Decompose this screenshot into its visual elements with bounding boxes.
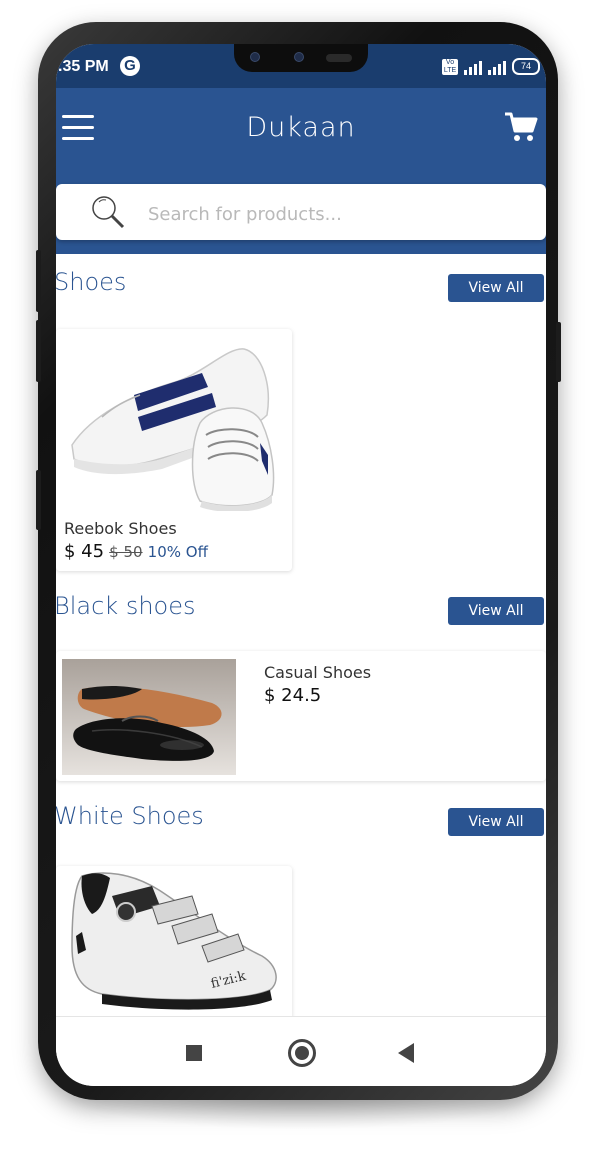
search-icon [92,196,125,229]
product-discount: 10% Off [147,543,208,561]
black-formal-shoes-image [62,659,236,775]
status-icons: Vo LTE 74 [442,58,540,75]
phone-screen: .35 PM G Vo LTE 74 Dukaan Search for pro… [56,44,546,1086]
section-title-shoes: Shoes [56,268,127,296]
view-all-button[interactable]: View All [448,597,544,625]
white-sneakers-image [71,348,275,511]
product-card[interactable]: Reebok Shoes $ 45 $ 50 10% Off [56,329,292,571]
status-bar: .35 PM G Vo LTE 74 [56,44,546,88]
product-old-price: $ 50 [109,543,143,561]
section-title-white-shoes: White Shoes [56,802,204,830]
system-navigation-bar [56,1016,546,1086]
camera-icon [294,52,304,62]
square-icon[interactable] [186,1045,202,1061]
triangle-back-icon[interactable] [398,1043,414,1063]
product-name: Reebok Shoes [64,519,177,538]
product-card[interactable]: Casual Shoes $ 24.5 [56,651,546,781]
volte-icon: Vo LTE [442,59,458,75]
circle-home-icon[interactable] [288,1039,316,1067]
status-time: .35 PM [58,58,109,75]
battery-icon: 74 [512,58,540,75]
section-title-black-shoes: Black shoes [56,592,196,620]
speaker-grill [326,54,352,62]
phone-side-button [36,250,41,312]
camera-icon [250,52,260,62]
product-price-row: $ 45 $ 50 10% Off [64,541,208,562]
search-bar[interactable] [56,184,546,240]
shopping-cart-icon[interactable] [504,110,538,144]
view-all-button[interactable]: View All [448,274,544,302]
signal-icon [488,59,506,75]
product-price: $ 45 [64,541,105,562]
google-icon: G [120,56,140,76]
phone-side-button [36,470,41,530]
app-title: Dukaan [246,112,356,143]
product-price: $ 24.5 [264,685,322,706]
signal-4g-icon [464,59,482,75]
product-name: Casual Shoes [264,663,372,682]
view-all-button[interactable]: View All [448,808,544,836]
phone-power-button [556,322,561,382]
white-cycling-shoe-image: fi'zi:k [71,872,277,1010]
phone-side-button [36,320,41,382]
search-input[interactable] [146,198,520,230]
camera-notch [234,44,368,72]
